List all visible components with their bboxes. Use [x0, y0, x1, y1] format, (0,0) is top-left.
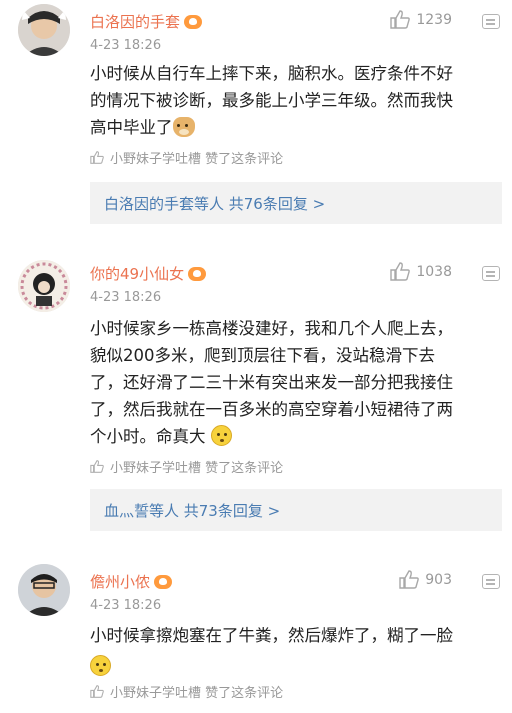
username[interactable]: 儋州小侬: [90, 571, 150, 592]
face-emoji-icon: [90, 655, 111, 676]
comment-text: 小时候拿擦炮塞在了牛粪，然后爆炸了，糊了一脸: [90, 622, 500, 680]
like-count: 903: [425, 571, 452, 588]
avatar[interactable]: [18, 4, 70, 56]
comment-item: 白洛因的手套 4-23 18:26 1239 小时候从自行车上摔下来，脑积水。医…: [0, 0, 512, 240]
replies-link[interactable]: 血灬誓等人 共73条回复 >: [90, 489, 502, 531]
comment-item: 儋州小侬 4-23 18:26 903 小时候拿擦炮塞在了牛粪，然后爆炸了，糊了…: [0, 560, 512, 713]
comment-reply-icon[interactable]: [482, 266, 500, 281]
comment-reply-icon[interactable]: [482, 574, 500, 589]
thumbs-up-icon: [90, 460, 104, 473]
comment-reply-icon[interactable]: [482, 14, 500, 29]
liked-by-note: 小野妹子学吐槽 赞了这条评论: [90, 682, 283, 701]
comment-text: 小时候从自行车上摔下来，脑积水。医疗条件不好 的情况下被诊断，最多能上小学三年级…: [90, 64, 453, 137]
username[interactable]: 你的49小仙女: [90, 263, 184, 284]
username-link[interactable]: 儋州小侬: [90, 571, 173, 592]
like-button[interactable]: 903: [399, 570, 452, 589]
like-button[interactable]: 1038: [390, 262, 452, 281]
vip-crown-icon: [188, 266, 207, 281]
username[interactable]: 白洛因的手套: [90, 11, 180, 32]
thumbs-up-icon: [90, 685, 104, 698]
like-count: 1038: [416, 263, 452, 280]
replies-link[interactable]: 白洛因的手套等人 共76条回复 >: [90, 182, 502, 224]
like-button[interactable]: 1239: [390, 10, 452, 29]
timestamp: 4-23 18:26: [90, 290, 162, 305]
thumbs-up-icon: [390, 10, 411, 29]
vip-crown-icon: [184, 14, 203, 29]
face-emoji-icon: [210, 425, 232, 446]
thumbs-up-icon: [399, 570, 420, 589]
thumbs-up-icon: [90, 151, 104, 164]
avatar[interactable]: [18, 564, 70, 616]
timestamp: 4-23 18:26: [90, 598, 162, 613]
avatar[interactable]: [18, 260, 70, 312]
liked-by-note: 小野妹子学吐槽 赞了这条评论: [90, 148, 283, 167]
thumbs-up-icon: [390, 262, 411, 281]
like-count: 1239: [416, 11, 452, 28]
comment-text: 小时候家乡一栋高楼没建好，我和几个人爬上去， 貌似200多米，爬到顶层往下看，没…: [90, 319, 453, 446]
username-link[interactable]: 白洛因的手套: [90, 11, 203, 32]
doge-emoji-icon: [172, 117, 195, 137]
liked-by-note: 小野妹子学吐槽 赞了这条评论: [90, 457, 283, 476]
username-link[interactable]: 你的49小仙女: [90, 263, 207, 284]
vip-crown-icon: [154, 574, 173, 589]
timestamp: 4-23 18:26: [90, 38, 162, 53]
comment-item: 你的49小仙女 4-23 18:26 1038 小时候家乡一栋高楼没建好，我和几…: [0, 252, 512, 552]
